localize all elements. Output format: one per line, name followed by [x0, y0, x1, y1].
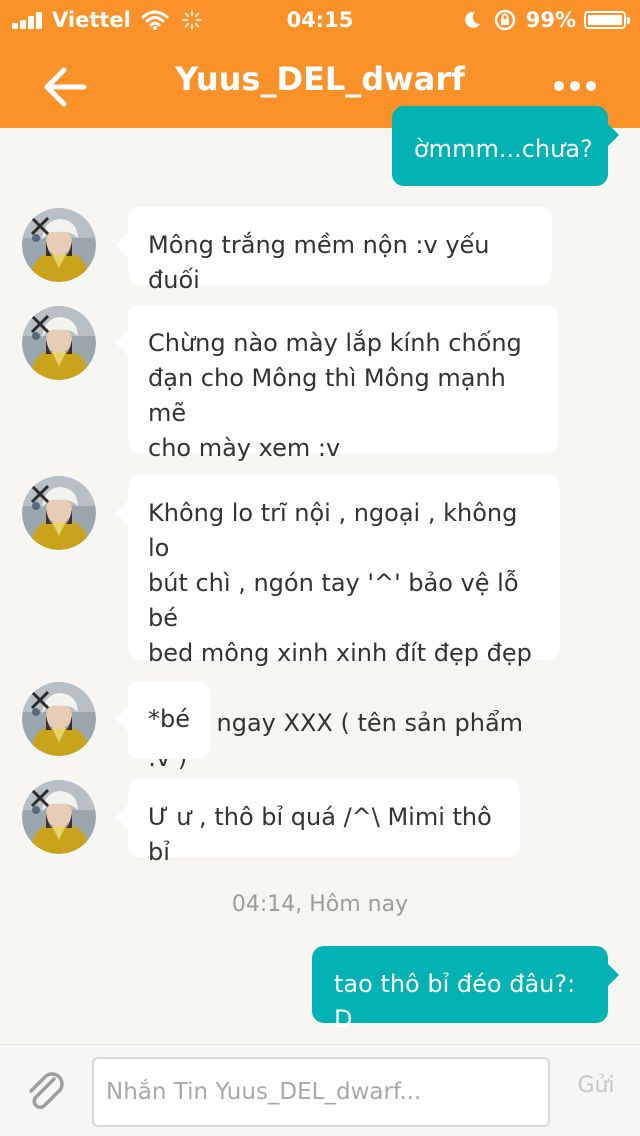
more-dots-icon[interactable] — [550, 66, 600, 106]
message-text: *bé — [148, 705, 190, 733]
compose-bar: Gửi — [0, 1044, 640, 1136]
incoming-message[interactable]: *bé — [116, 681, 210, 759]
status-bar: Viettel 04:15 99% — [0, 0, 640, 40]
message-text: ờmmm...chưa? — [414, 135, 593, 163]
message-line: Chừng nào mày lắp kính chống — [148, 329, 522, 357]
paperclip-icon[interactable] — [22, 1067, 70, 1115]
incoming-message[interactable]: Không lo trĩ nội , ngoại , không lo bút … — [116, 475, 560, 772]
message-line: cho mày xem :v — [148, 434, 341, 462]
message-line: Không lo trĩ nội , ngoại , không lo — [148, 499, 518, 562]
outgoing-message[interactable]: tao thô bỉ đéo đâu?: D — [312, 946, 619, 1033]
battery-icon — [584, 11, 630, 29]
outgoing-message[interactable]: ờmmm...chưa? — [392, 106, 619, 186]
incoming-message[interactable]: Chừng nào mày lắp kính chống đạn cho Môn… — [116, 305, 558, 462]
avatar[interactable] — [22, 306, 96, 380]
avatar[interactable] — [22, 682, 96, 756]
avatar[interactable] — [22, 208, 96, 282]
battery-percent: 99% — [525, 8, 576, 32]
avatar[interactable] — [22, 476, 96, 550]
chat-title: Yuus_DEL_dwarf — [174, 60, 466, 98]
moon-icon — [464, 11, 480, 28]
avatar[interactable] — [22, 780, 96, 854]
incoming-message[interactable]: Mông trắng mềm nộn :v yếu đuối — [116, 207, 552, 294]
message-text: Ư ư , thô bỉ quá /^\ Mimi thô bỉ — [148, 803, 492, 866]
incoming-message[interactable]: Ư ư , thô bỉ quá /^\ Mimi thô bỉ — [116, 779, 520, 866]
message-text: Mông trắng mềm nộn :v yếu đuối — [148, 231, 490, 294]
message-text: tao thô bỉ đéo đâu?: D — [334, 970, 576, 1033]
rotation-lock-icon — [494, 9, 515, 31]
message-input[interactable] — [92, 1057, 550, 1127]
message-timestamp: 04:14, Hôm nay — [231, 892, 409, 917]
status-right-group: 99% — [462, 8, 630, 32]
message-line: đạn cho Mông thì Mông mạnh mẽ — [148, 364, 506, 427]
send-button[interactable]: Gửi — [566, 1073, 626, 1098]
message-line: bút chì , ngón tay '^' bảo vệ lỗ bé — [148, 569, 519, 632]
